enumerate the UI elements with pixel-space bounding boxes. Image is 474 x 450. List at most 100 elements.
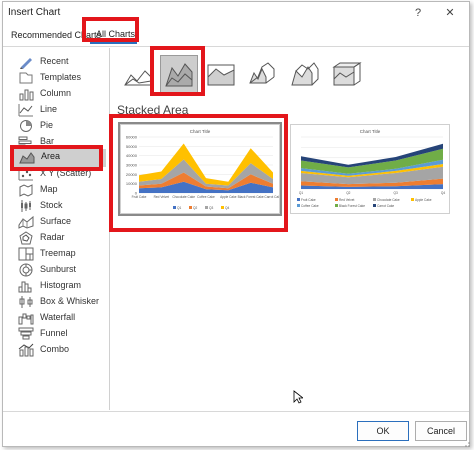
sidebar-divider xyxy=(109,48,110,410)
sidebar-item-label: Recent xyxy=(40,56,69,66)
sidebar-item-stock[interactable]: Stock xyxy=(13,198,109,214)
scatter-chart-icon xyxy=(18,168,33,181)
3d-100-stacked-area-subtype-icon xyxy=(332,62,362,86)
legend-swatch xyxy=(373,198,376,201)
sidebar-item-column[interactable]: Column xyxy=(13,86,109,102)
stock-chart-icon xyxy=(21,200,31,212)
x-tick-label: Q2 xyxy=(346,191,350,195)
x-tick-label: Fruit Cake xyxy=(132,195,147,199)
box-whisker-chart-icon xyxy=(19,296,33,308)
cancel-button[interactable]: Cancel xyxy=(415,421,467,441)
legend-label: Red Velvet xyxy=(339,198,355,202)
sidebar-item-map[interactable]: Map xyxy=(13,182,109,198)
preview-chart-1[interactable]: Chart Title 0 10000 20000 30000 40000 50000 60… xyxy=(118,122,282,216)
stacked-area-subtype-icon xyxy=(165,63,193,87)
sidebar-item-label: Area xyxy=(41,151,61,161)
x-tick-label: Red Velvet xyxy=(154,195,170,199)
subtype-3d-area[interactable] xyxy=(244,55,282,93)
section-heading: Stacked Area xyxy=(117,103,189,117)
subtype-area[interactable] xyxy=(119,55,157,93)
sidebar-item-label: Surface xyxy=(40,216,72,226)
legend-label: Q1 xyxy=(177,206,181,210)
subtype-stacked-area[interactable] xyxy=(160,55,198,93)
sidebar-item-label: Combo xyxy=(40,344,70,354)
sidebar-item-treemap[interactable]: Treemap xyxy=(13,246,109,262)
tab-recommended-charts[interactable]: Recommended Charts xyxy=(11,30,101,40)
help-icon[interactable]: ? xyxy=(411,5,425,21)
sidebar-item-combo[interactable]: Combo xyxy=(13,342,109,358)
sidebar-item-radar[interactable]: Radar xyxy=(13,230,109,246)
y-tick-label: 50000 xyxy=(126,144,138,149)
area-subtype-gallery xyxy=(116,52,366,98)
sidebar-item-label: Histogram xyxy=(40,280,82,290)
insert-chart-dialog: Insert Chart ? ✕ Recommended Charts All … xyxy=(2,1,470,447)
histogram-chart-icon xyxy=(18,281,32,293)
sidebar-item-label: Box & Whisker xyxy=(40,296,100,306)
subtype-3d-stacked-area[interactable] xyxy=(286,55,324,93)
sidebar-item-label: Radar xyxy=(40,232,65,242)
sunburst-chart-icon xyxy=(19,263,33,277)
column-chart-icon xyxy=(19,89,34,101)
sidebar-item-box-whisker[interactable]: Box & Whisker xyxy=(13,294,109,310)
map-chart-icon xyxy=(19,184,33,197)
surface-chart-icon xyxy=(18,215,34,229)
sidebar-item-label: Funnel xyxy=(40,328,68,338)
sidebar-item-recent[interactable]: Recent xyxy=(13,54,109,70)
preview-chart-2[interactable]: Chart Title Q1 Q2 Q3 Q4 Fruit Cake Red Velvet… xyxy=(290,124,450,214)
legend-swatch xyxy=(335,198,338,201)
x-tick-label: Chocolate Cake xyxy=(172,195,195,199)
sidebar-item-area[interactable]: Area xyxy=(14,149,106,167)
area-subtype-icon xyxy=(124,70,152,86)
close-icon[interactable]: ✕ xyxy=(443,5,457,21)
active-tab-indicator xyxy=(90,42,137,44)
tab-strip: Recommended Charts All Charts xyxy=(3,26,469,46)
sidebar-item-label: Sunburst xyxy=(40,264,77,274)
3d-area-subtype-icon xyxy=(249,62,275,84)
sidebar-item-surface[interactable]: Surface xyxy=(13,214,109,230)
legend-label: Chocolate Cake xyxy=(377,198,400,202)
sidebar-item-templates[interactable]: Templates xyxy=(13,70,109,86)
legend-swatch xyxy=(411,198,414,201)
tab-all-charts[interactable]: All Charts xyxy=(96,29,135,39)
dialog-title: Insert Chart xyxy=(8,7,61,18)
x-tick-label: Apple Cake xyxy=(220,195,237,199)
line-chart-icon xyxy=(18,104,33,117)
sidebar-item-scatter[interactable]: X Y (Scatter) xyxy=(13,166,109,182)
sidebar-item-label: Bar xyxy=(40,136,55,146)
sidebar-item-funnel[interactable]: Funnel xyxy=(13,326,109,342)
sidebar-item-label: Column xyxy=(40,88,72,98)
subtype-100-stacked-area[interactable] xyxy=(202,55,240,93)
sidebar-item-sunburst[interactable]: Sunburst xyxy=(13,262,109,278)
sidebar-item-line[interactable]: Line xyxy=(13,102,109,118)
sidebar-item-label: Templates xyxy=(40,72,82,82)
legend-label: Fruit Cake xyxy=(301,198,316,202)
legend-label: Black Forest Cake xyxy=(339,204,365,208)
legend-swatch xyxy=(297,198,300,201)
sidebar-item-histogram[interactable]: Histogram xyxy=(13,278,109,294)
funnel-chart-icon xyxy=(18,327,34,340)
sidebar-item-bar[interactable]: Bar xyxy=(13,134,109,150)
bar-chart-icon xyxy=(18,136,32,148)
x-tick-label: Black Forest Cake xyxy=(238,195,264,199)
sidebar-item-label: Stock xyxy=(40,200,63,210)
sidebar-item-waterfall[interactable]: Waterfall xyxy=(13,310,109,326)
sidebar-item-pie[interactable]: Pie xyxy=(13,118,109,134)
sidebar-item-label: Pie xyxy=(40,120,54,130)
x-tick-label: Carrot Cake xyxy=(264,195,279,199)
y-tick-label: 10000 xyxy=(126,181,138,186)
legend-swatch xyxy=(221,206,224,209)
sidebar-item-label: Map xyxy=(40,184,58,194)
legend-label: Coffee Cake xyxy=(301,204,319,208)
y-tick-label: 30000 xyxy=(126,163,138,168)
100-stacked-area-subtype-icon xyxy=(207,64,235,86)
legend-label: Apple Cake xyxy=(415,198,432,202)
legend-swatch xyxy=(189,206,192,209)
ok-button[interactable]: OK xyxy=(357,421,409,441)
y-tick-label: 20000 xyxy=(126,172,138,177)
templates-icon xyxy=(19,72,33,84)
chart-type-list: Recent Templates Column Line Pie Bar Are… xyxy=(9,52,109,410)
preview-chart-2-plot: Q1 Q2 Q3 Q4 Fruit Cake Red Velvet Chocolate Ca… xyxy=(297,136,445,208)
resize-grip-icon[interactable] xyxy=(461,438,471,448)
subtype-3d-100-stacked-area[interactable] xyxy=(328,55,366,93)
pie-chart-icon xyxy=(20,120,32,132)
